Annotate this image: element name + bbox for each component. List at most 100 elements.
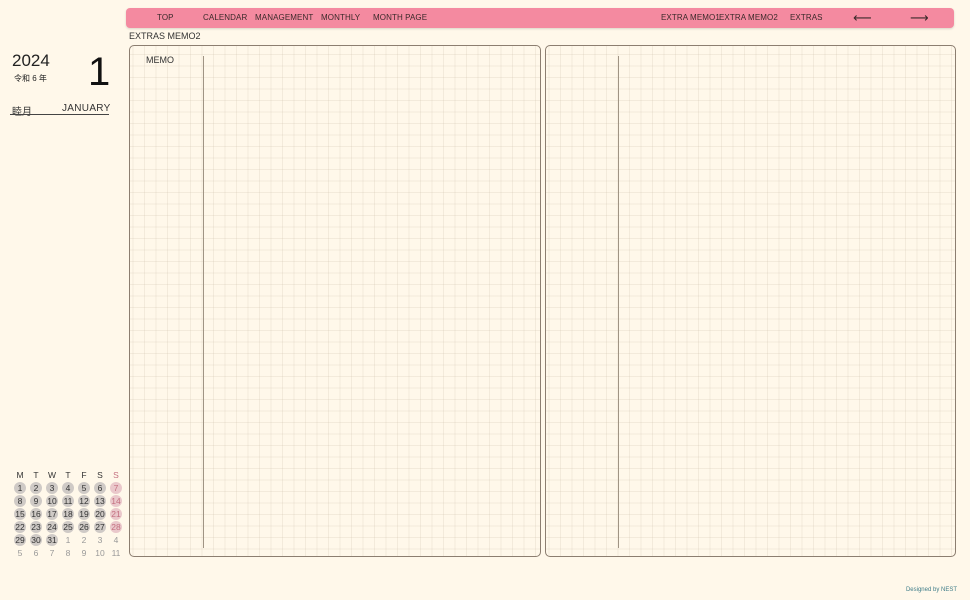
memo-panel-left[interactable]: MEMO — [129, 45, 541, 557]
calendar-day[interactable]: 22 — [14, 521, 26, 533]
calendar-day[interactable]: 21 — [110, 508, 122, 520]
month-number: 1 — [88, 50, 111, 94]
calendar-day-cell: 11 — [108, 547, 124, 560]
nav-management[interactable]: MANAGEMENT — [255, 8, 313, 28]
calendar-day[interactable]: 5 — [78, 482, 90, 494]
nav-month-page[interactable]: MONTH PAGE — [373, 8, 427, 28]
calendar-day[interactable]: 3 — [46, 482, 58, 494]
calendar-day-cell: 22 — [12, 521, 28, 534]
calendar-day-cell: 13 — [92, 495, 108, 508]
calendar-days: 1 2 3 4 5 6 7 8 9 10 11 12 13 14 15 16 17 18 19 20 21 22 23 24 2… — [12, 482, 124, 560]
weekday-label: M — [16, 470, 24, 480]
nav-top[interactable]: TOP — [157, 8, 174, 28]
calendar-day[interactable]: 15 — [14, 508, 26, 520]
calendar-day[interactable]: 1 — [14, 482, 26, 494]
month-underline — [10, 114, 109, 115]
calendar-day[interactable]: 18 — [62, 508, 74, 520]
calendar-week-row: 5 6 7 8 9 10 11 — [12, 547, 124, 560]
calendar-day[interactable]: 23 — [30, 521, 42, 533]
calendar-day-cell: 5 — [76, 482, 92, 495]
calendar-day[interactable]: 25 — [62, 521, 74, 533]
calendar-day-cell: 8 — [60, 547, 76, 560]
next-arrow-icon[interactable]: ⟶ — [910, 8, 929, 28]
calendar-day[interactable]: 5 — [14, 547, 26, 559]
calendar-day-cell: 30 — [28, 534, 44, 547]
calendar-week-row: 8 9 10 11 12 13 14 — [12, 495, 124, 508]
calendar-day[interactable]: 3 — [94, 534, 106, 546]
calendar-day-cell: 21 — [108, 508, 124, 521]
calendar-day-cell: 1 — [60, 534, 76, 547]
calendar-day[interactable]: 26 — [78, 521, 90, 533]
calendar-day[interactable]: 2 — [78, 534, 90, 546]
margin-line — [203, 56, 204, 548]
calendar-day[interactable]: 10 — [46, 495, 58, 507]
calendar-day[interactable]: 6 — [30, 547, 42, 559]
calendar-day-cell: 26 — [76, 521, 92, 534]
calendar-day-cell: 10 — [44, 495, 60, 508]
calendar-day-cell: 25 — [60, 521, 76, 534]
prev-arrow-icon[interactable]: ⟵ — [853, 8, 872, 28]
calendar-day-cell: 5 — [12, 547, 28, 560]
nav-extras[interactable]: EXTRAS — [790, 8, 823, 28]
calendar-day[interactable]: 30 — [30, 534, 42, 546]
calendar-day-cell: 3 — [44, 482, 60, 495]
calendar-day-cell: 29 — [12, 534, 28, 547]
calendar-day[interactable]: 24 — [46, 521, 58, 533]
calendar-day[interactable]: 29 — [14, 534, 26, 546]
calendar-day-cell: 4 — [108, 534, 124, 547]
calendar-day-cell: 20 — [92, 508, 108, 521]
calendar-day[interactable]: 2 — [30, 482, 42, 494]
calendar-day[interactable]: 20 — [94, 508, 106, 520]
calendar-day-cell: 17 — [44, 508, 60, 521]
calendar-day[interactable]: 4 — [110, 534, 122, 546]
calendar-day[interactable]: 13 — [94, 495, 106, 507]
calendar-day[interactable]: 11 — [110, 547, 122, 559]
calendar-day[interactable]: 9 — [78, 547, 90, 559]
calendar-day-cell: 7 — [108, 482, 124, 495]
calendar-day[interactable]: 14 — [110, 495, 122, 507]
calendar-day-cell: 10 — [92, 547, 108, 560]
weekday-label: T — [65, 470, 71, 480]
calendar-day[interactable]: 6 — [94, 482, 106, 494]
calendar-day-cell: 19 — [76, 508, 92, 521]
designer-credit: Designed by NEST — [905, 587, 957, 593]
calendar-day[interactable]: 1 — [62, 534, 74, 546]
calendar-day[interactable]: 17 — [46, 508, 58, 520]
calendar-day-cell: 9 — [28, 495, 44, 508]
calendar-day-cell: 2 — [28, 482, 44, 495]
calendar-day[interactable]: 8 — [62, 547, 74, 559]
weekday-header: M T W T F S S — [12, 469, 124, 482]
calendar-day-cell: 11 — [60, 495, 76, 508]
calendar-day[interactable]: 19 — [78, 508, 90, 520]
calendar-day[interactable]: 27 — [94, 521, 106, 533]
calendar-day-cell: 4 — [60, 482, 76, 495]
calendar-day-cell: 6 — [28, 547, 44, 560]
calendar-day[interactable]: 31 — [46, 534, 58, 546]
calendar-day[interactable]: 8 — [14, 495, 26, 507]
nav-extra-memo1[interactable]: EXTRA MEMO1 — [661, 8, 720, 28]
calendar-day[interactable]: 7 — [46, 547, 58, 559]
calendar-day-cell: 12 — [76, 495, 92, 508]
calendar-day[interactable]: 10 — [94, 547, 106, 559]
nav-calendar[interactable]: CALENDAR — [203, 8, 247, 28]
calendar-day[interactable]: 11 — [62, 495, 74, 507]
margin-line — [618, 56, 619, 548]
calendar-day-cell: 28 — [108, 521, 124, 534]
calendar-day[interactable]: 28 — [110, 521, 122, 533]
mini-calendar: M T W T F S S 1 2 3 4 5 6 7 8 9 10 11 12 13 14 15 16 17 1… — [12, 469, 124, 560]
memo-panel-right[interactable] — [545, 45, 956, 557]
memo-label: MEMO — [146, 55, 174, 65]
calendar-day-cell: 27 — [92, 521, 108, 534]
calendar-day-cell: 8 — [12, 495, 28, 508]
calendar-day-cell: 2 — [76, 534, 92, 547]
calendar-day[interactable]: 12 — [78, 495, 90, 507]
calendar-day-cell: 9 — [76, 547, 92, 560]
calendar-day-cell: 18 — [60, 508, 76, 521]
calendar-day[interactable]: 16 — [30, 508, 42, 520]
calendar-day[interactable]: 4 — [62, 482, 74, 494]
calendar-day-cell: 23 — [28, 521, 44, 534]
calendar-day[interactable]: 7 — [110, 482, 122, 494]
calendar-day[interactable]: 9 — [30, 495, 42, 507]
nav-monthly[interactable]: MONTHLY — [321, 8, 360, 28]
nav-extra-memo2[interactable]: EXTRA MEMO2 — [719, 8, 778, 28]
